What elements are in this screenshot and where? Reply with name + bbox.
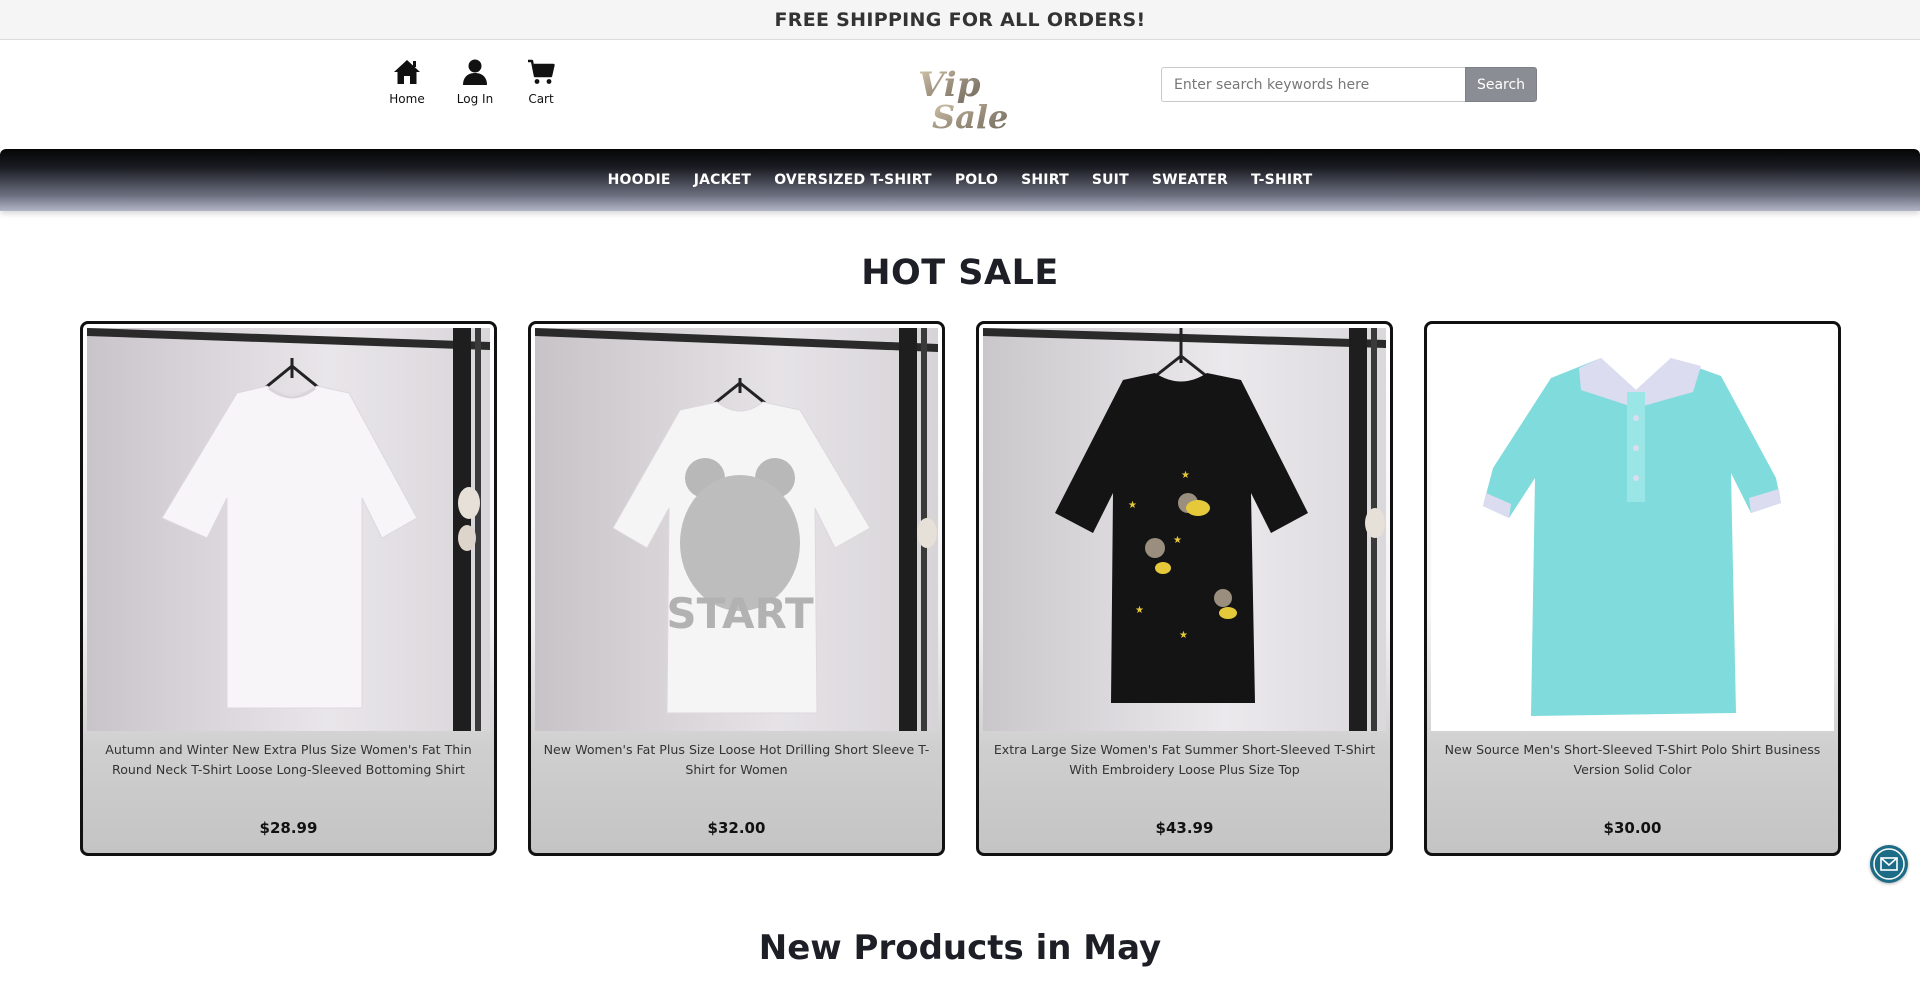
category-jacket[interactable]: JACKET [694,172,751,188]
site-header: Home Log In Cart Vip Sale Enter search k… [0,40,1920,149]
site-logo[interactable]: Vip Sale [912,58,1012,136]
mail-icon [1873,848,1905,880]
user-icon [463,59,487,85]
product-card[interactable]: ★ ★ ★ ★ ★ Extra Large Size Women's Fat S… [976,321,1393,856]
product-card[interactable]: START New Women's Fat Plus Size Loose Ho… [528,321,945,856]
white-bear-tshirt-image: START [535,328,938,731]
hot-sale-title: HOT SALE [861,253,1059,293]
product-name[interactable]: Autumn and Winter New Extra Plus Size Wo… [87,740,490,796]
cart-link[interactable]: Cart [518,57,564,106]
product-price: $28.99 [259,819,318,837]
product-image[interactable]: START [535,328,938,731]
cart-label: Cart [528,92,554,106]
svg-text:Sale: Sale [932,98,1008,136]
category-tshirt[interactable]: T-SHIRT [1251,172,1312,188]
category-hoodie[interactable]: HOODIE [608,172,671,188]
header-nav: Home Log In Cart [384,57,564,106]
contact-mail-button[interactable] [1870,845,1908,883]
login-label: Log In [456,92,494,106]
product-price: $30.00 [1603,819,1662,837]
product-name[interactable]: New Source Men's Short-Sleeved T-Shirt P… [1431,740,1834,796]
category-shirt[interactable]: SHIRT [1021,172,1069,188]
hot-sale-products: Autumn and Winter New Extra Plus Size Wo… [80,321,1841,856]
category-nav: HOODIE JACKET OVERSIZED T-SHIRT POLO SHI… [0,149,1920,211]
product-card[interactable]: New Source Men's Short-Sleeved T-Shirt P… [1424,321,1841,856]
svg-text:★: ★ [1173,535,1182,546]
svg-text:★: ★ [1179,630,1188,641]
category-polo[interactable]: POLO [955,172,998,188]
home-icon [394,60,420,84]
product-name[interactable]: Extra Large Size Women's Fat Summer Shor… [983,740,1386,796]
product-card[interactable]: Autumn and Winter New Extra Plus Size Wo… [80,321,497,856]
product-image[interactable]: ★ ★ ★ ★ ★ [983,328,1386,731]
product-image[interactable] [1431,328,1834,731]
svg-text:★: ★ [1128,500,1137,511]
vip-sale-logo: Vip Sale [918,65,1008,136]
product-image[interactable] [87,328,490,731]
svg-text:START: START [666,589,814,638]
white-tshirt-image [87,328,490,731]
product-name[interactable]: New Women's Fat Plus Size Loose Hot Dril… [535,740,938,796]
new-products-title: New Products in May [758,928,1162,968]
search-input[interactable] [1161,67,1465,102]
category-oversized-tshirt[interactable]: OVERSIZED T-SHIRT [774,172,932,188]
svg-text:★: ★ [1181,470,1190,481]
category-suit[interactable]: SUIT [1092,172,1129,188]
product-price: $43.99 [1155,819,1214,837]
search-button[interactable]: Search [1465,67,1537,102]
category-sweater[interactable]: SWEATER [1152,172,1228,188]
home-label: Home [389,92,425,106]
svg-text:★: ★ [1135,605,1144,616]
announcement-text: FREE SHIPPING FOR ALL ORDERS! [774,8,1146,31]
cart-icon [528,59,555,84]
product-price: $32.00 [707,819,766,837]
home-link[interactable]: Home [384,57,430,106]
announcement-bar: FREE SHIPPING FOR ALL ORDERS! [0,0,1920,40]
aqua-polo-image [1431,328,1834,731]
black-mouse-tshirt-image: ★ ★ ★ ★ ★ [983,328,1386,731]
login-link[interactable]: Log In [452,57,498,106]
search-bar: Search [1161,67,1537,102]
